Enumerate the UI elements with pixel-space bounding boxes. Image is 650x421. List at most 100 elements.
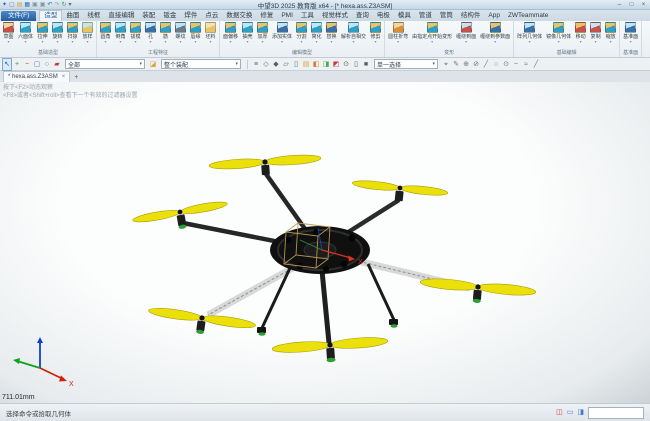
- thicken-button[interactable]: 加厚▾: [255, 21, 270, 50]
- entity-filter-shape-icon[interactable]: ◇: [261, 59, 271, 70]
- draft-button[interactable]: 拔模▾: [128, 21, 143, 50]
- replace-button[interactable]: 替换▾: [324, 21, 339, 50]
- move-button[interactable]: 移动▾: [573, 21, 588, 50]
- shell-button[interactable]: 抽壳▾: [240, 21, 255, 50]
- menu-tab-App[interactable]: App: [484, 11, 504, 21]
- entity-filter-edge-icon[interactable]: ▯: [291, 59, 301, 70]
- document-tab[interactable]: * hexa.ass.Z3ASM ×: [3, 71, 70, 82]
- deform-by-point-button[interactable]: 由指定点开始变形▾: [410, 21, 454, 50]
- hexacopter-model[interactable]: X: [0, 82, 650, 403]
- trim-button[interactable]: 修剪▾: [368, 21, 383, 50]
- menu-tab-PMI[interactable]: PMI: [277, 11, 297, 21]
- entity-filter-solid-icon[interactable]: ◆: [271, 59, 281, 70]
- resolve-selfintersect-button[interactable]: 解析自相交▾: [339, 21, 368, 50]
- filter-dropdown[interactable]: 全部 ▾: [65, 59, 145, 69]
- menu-tab-直接编辑[interactable]: 直接编辑: [104, 11, 138, 21]
- menu-tab-焊件[interactable]: 焊件: [180, 11, 201, 21]
- divide-button[interactable]: 分割▾: [294, 21, 309, 50]
- scale-button[interactable]: 缩放▾: [603, 21, 618, 50]
- scope-dropdown[interactable]: 整个装配 ▾: [161, 59, 241, 69]
- menu-tab-钣金[interactable]: 钣金: [159, 11, 180, 21]
- menu-tab-视觉样式[interactable]: 视觉样式: [318, 11, 352, 21]
- snap-circle-icon[interactable]: ○: [491, 59, 501, 70]
- color-filter-icon[interactable]: ◧: [311, 59, 321, 70]
- status-search-input[interactable]: [588, 407, 644, 419]
- snap-intersection-icon[interactable]: ⊕: [461, 59, 471, 70]
- menu-tab-装配[interactable]: 装配: [138, 11, 159, 21]
- panel-toggle-icon[interactable]: ◨: [577, 407, 584, 419]
- propeller[interactable]: [146, 306, 256, 341]
- menu-tab-ZWTeammate[interactable]: ZWTeammate: [504, 11, 552, 21]
- datum-plane-button[interactable]: 基准面▾: [621, 21, 640, 50]
- minimize-button[interactable]: –: [615, 1, 624, 9]
- snap-curve-icon[interactable]: ~: [511, 59, 521, 70]
- menu-tab-曲面[interactable]: 曲面: [62, 11, 83, 21]
- maximize-button[interactable]: □: [627, 1, 636, 9]
- face-offset-button[interactable]: 面偏移▾: [221, 21, 240, 50]
- pause-icon[interactable]: ▯: [351, 59, 361, 70]
- mirror-geometry-button[interactable]: 镜像几何体▾: [544, 21, 573, 50]
- assembly-scope-icon[interactable]: ◪: [148, 59, 158, 70]
- sketch-button[interactable]: 草图▾: [1, 21, 16, 50]
- close-button[interactable]: ×: [639, 1, 648, 9]
- menu-tab-点云[interactable]: 点云: [201, 11, 222, 21]
- snap-center-icon[interactable]: ⊙: [501, 59, 511, 70]
- extrude-button[interactable]: 拉伸▾: [35, 21, 50, 50]
- menu-tab-电极[interactable]: 电极: [373, 11, 394, 21]
- snap-spline-icon[interactable]: ≈: [521, 59, 531, 70]
- loft-button[interactable]: 放样▾: [80, 21, 95, 50]
- sketch-pencil-icon[interactable]: ✎: [451, 59, 461, 70]
- simplify-button[interactable]: 简化▾: [309, 21, 324, 50]
- lasso-select-icon[interactable]: ○: [42, 59, 52, 70]
- entity-filter-face-icon[interactable]: ▱: [281, 59, 291, 70]
- menu-tab-结构件[interactable]: 结构件: [457, 11, 485, 21]
- stop-icon[interactable]: ■: [361, 59, 371, 70]
- thread-button[interactable]: 螺纹▾: [173, 21, 188, 50]
- viewport-canvas[interactable]: 按下<F2>动态观察 <F8>或者<Shift+roll>查看下一个有效的过滤器…: [0, 82, 650, 403]
- add-body-button[interactable]: 添加实体▾: [270, 21, 294, 50]
- snap-tangent-icon[interactable]: ⊘: [471, 59, 481, 70]
- menu-tab-工具[interactable]: 工具: [297, 11, 318, 21]
- remove-selection-icon[interactable]: −: [22, 59, 32, 70]
- list-filter-icon[interactable]: ≡: [251, 59, 261, 70]
- sweep-button[interactable]: 扫掠▾: [65, 21, 80, 50]
- propeller[interactable]: [419, 277, 536, 308]
- rib-button[interactable]: 筋▾: [158, 21, 173, 50]
- select-cursor-icon[interactable]: ↖: [2, 58, 12, 71]
- pick-filter-icon[interactable]: ▰: [52, 59, 62, 70]
- wrap-to-param-face-button[interactable]: 缠绕到参数面▾: [478, 21, 512, 50]
- menu-tab-模具[interactable]: 模具: [394, 11, 415, 21]
- pick-mode-dropdown[interactable]: 单一选择 ▾: [374, 59, 438, 69]
- folder-icon[interactable]: ▤: [301, 59, 311, 70]
- menu-tab-修复[interactable]: 修复: [256, 11, 277, 21]
- stock-button[interactable]: 坯料▾: [203, 21, 218, 50]
- menu-tab-管筒[interactable]: 管筒: [436, 11, 457, 21]
- layer-filter-icon[interactable]: ◨: [321, 59, 331, 70]
- monitor-icon[interactable]: ▭: [567, 407, 574, 419]
- history-icon[interactable]: ⊙: [341, 59, 351, 70]
- chamfer-button[interactable]: 倒角▾: [113, 21, 128, 50]
- block-button[interactable]: 六面体▾: [16, 21, 35, 50]
- display-mode-icon[interactable]: ◫: [556, 407, 563, 419]
- menu-tab-线框[interactable]: 线框: [83, 11, 104, 21]
- cylinder-bend-button[interactable]: 圆柱折弯▾: [386, 21, 410, 50]
- lip-button[interactable]: 唇缘▾: [188, 21, 203, 50]
- hole-button[interactable]: 孔▾: [143, 21, 158, 50]
- type-filter-icon[interactable]: ◩: [331, 59, 341, 70]
- snap-target-icon[interactable]: ⌖: [441, 59, 451, 70]
- menu-tab-数据交换[interactable]: 数据交换: [222, 11, 256, 21]
- file-menu-button[interactable]: 文件(F): [1, 11, 36, 21]
- pattern-geometry-button[interactable]: 阵列几何体▾: [515, 21, 544, 50]
- close-tab-icon[interactable]: ×: [62, 73, 66, 81]
- window-select-icon[interactable]: ▢: [32, 59, 42, 70]
- add-selection-icon[interactable]: +: [12, 59, 22, 70]
- fillet-button[interactable]: 圆角▾: [98, 21, 113, 50]
- menu-tab-造型[interactable]: 造型: [39, 10, 62, 21]
- snap-line-icon[interactable]: ╱: [481, 59, 491, 70]
- snap-angle-icon[interactable]: ╱: [531, 59, 541, 70]
- new-tab-button[interactable]: +: [70, 73, 82, 82]
- wrap-to-face-button[interactable]: 缠绕到面▾: [454, 21, 478, 50]
- copy-button[interactable]: 复制▾: [588, 21, 603, 50]
- menu-tab-管道[interactable]: 管道: [415, 11, 436, 21]
- menu-tab-查询[interactable]: 查询: [352, 11, 373, 21]
